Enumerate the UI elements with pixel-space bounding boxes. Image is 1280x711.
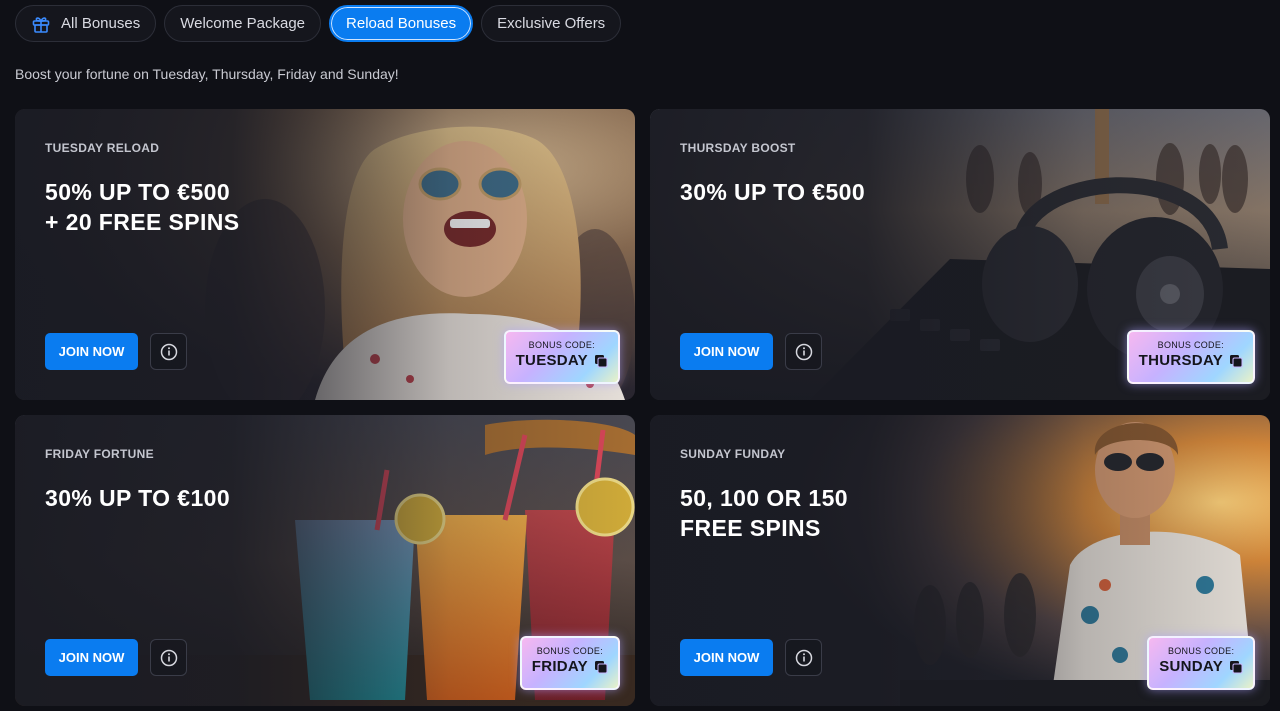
tab-label: Exclusive Offers (497, 15, 606, 32)
bonus-code-value: THURSDAY (1138, 352, 1223, 369)
gift-icon (31, 14, 51, 34)
bonus-card-sunday: SUNDAY FUNDAY 50, 100 OR 150 FREE SPINS … (650, 415, 1270, 706)
info-button[interactable] (785, 333, 822, 370)
bonus-card-friday: FRIDAY FORTUNE 30% UP TO €100 JOIN NOW B… (15, 415, 635, 706)
tab-all-bonuses[interactable]: All Bonuses (15, 5, 157, 42)
join-now-button[interactable]: JOIN NOW (680, 639, 773, 676)
bonus-code-value: FRIDAY (531, 658, 588, 675)
bonus-headline: 30% UP TO €500 (680, 179, 866, 205)
bonus-card-thursday: THURSDAY BOOST 30% UP TO €500 JOIN NOW B… (650, 109, 1270, 400)
tab-label: Reload Bonuses (346, 15, 457, 32)
info-button[interactable] (150, 639, 187, 676)
bonus-code-value: TUESDAY (515, 352, 588, 369)
tab-label: All Bonuses (61, 15, 141, 32)
tab-label: Welcome Package (180, 15, 306, 32)
bonus-code-badge[interactable]: BONUS CODE: THURSDAY (1126, 330, 1255, 384)
page-subtitle: Boost your fortune on Tuesday, Thursday,… (15, 66, 399, 82)
info-button[interactable] (785, 639, 822, 676)
copy-icon[interactable] (1229, 660, 1243, 674)
bonus-label: TUESDAY RELOAD (45, 141, 160, 155)
join-now-button[interactable]: JOIN NOW (45, 639, 138, 676)
copy-icon[interactable] (594, 354, 608, 368)
info-icon (160, 343, 177, 360)
bonus-headline: 50, 100 OR 150 FREE SPINS (680, 485, 848, 541)
tab-welcome-package[interactable]: Welcome Package (164, 5, 322, 42)
bonus-label: THURSDAY BOOST (680, 141, 796, 155)
tab-reload-bonuses[interactable]: Reload Bonuses (329, 5, 474, 42)
bonus-code-title: BONUS CODE: (1157, 340, 1224, 350)
copy-icon[interactable] (1229, 354, 1243, 368)
join-now-button[interactable]: JOIN NOW (680, 333, 773, 370)
info-icon (795, 343, 812, 360)
info-icon (160, 649, 177, 666)
bonus-label: FRIDAY FORTUNE (45, 447, 154, 461)
bonus-code-badge[interactable]: BONUS CODE: TUESDAY (503, 330, 620, 384)
bonus-code-value: SUNDAY (1159, 658, 1223, 675)
bonus-code-badge[interactable]: BONUS CODE: FRIDAY (519, 636, 620, 690)
info-button[interactable] (150, 333, 187, 370)
copy-icon[interactable] (594, 660, 608, 674)
bonus-filter-tabs: All Bonuses Welcome Package Reload Bonus… (15, 5, 622, 42)
tab-exclusive-offers[interactable]: Exclusive Offers (481, 5, 622, 42)
bonus-code-title: BONUS CODE: (1167, 646, 1235, 656)
bonus-label: SUNDAY FUNDAY (680, 447, 786, 461)
bonus-code-title: BONUS CODE: (536, 646, 604, 656)
join-now-button[interactable]: JOIN NOW (45, 333, 138, 370)
bonus-headline: 30% UP TO €100 (45, 485, 231, 511)
bonus-code-title: BONUS CODE: (528, 340, 595, 350)
bonus-code-badge[interactable]: BONUS CODE: SUNDAY (1147, 636, 1255, 690)
info-icon (795, 649, 812, 666)
bonus-headline: 50% UP TO €500 + 20 FREE SPINS (45, 179, 240, 235)
bonus-card-tuesday: TUESDAY RELOAD 50% UP TO €500 + 20 FREE … (15, 109, 635, 400)
